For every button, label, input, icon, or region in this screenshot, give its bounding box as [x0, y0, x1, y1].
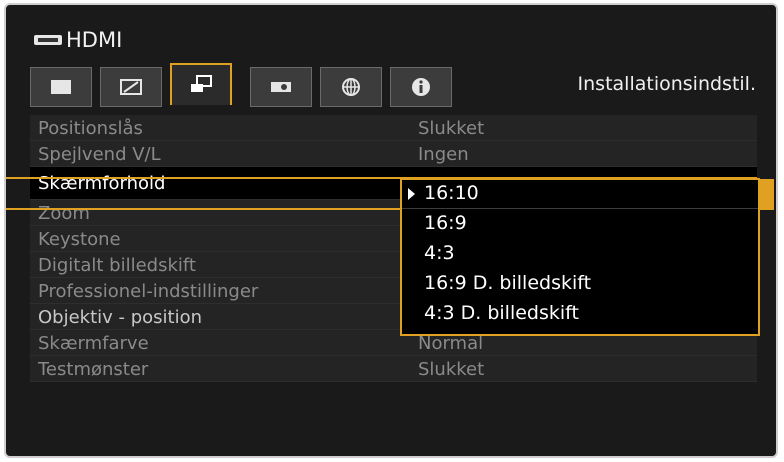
menu-row-label: Positionslås	[38, 118, 143, 139]
image-adjust-icon	[120, 79, 142, 95]
aspect-ratio-dropdown: 16:10 16:9 4:3 16:9 D. billedskift 4:3 D…	[400, 178, 760, 336]
menu-tabs: Installationsindstil.	[30, 63, 770, 107]
dropdown-option[interactable]: 16:9	[402, 210, 758, 238]
menu-row-position-lock[interactable]: Positionslås Slukket	[30, 115, 757, 141]
network-icon	[342, 78, 360, 96]
menu-row-label: Testmønster	[38, 359, 149, 380]
dropdown-option[interactable]: 4:3 D. billedskift	[402, 300, 758, 328]
dropdown-option[interactable]: 4:3	[402, 240, 758, 268]
tab-installation[interactable]	[170, 63, 232, 105]
dropdown-option-label: 16:9	[424, 212, 467, 234]
dropdown-option-selected[interactable]: 16:10	[402, 180, 758, 209]
selected-arrow-icon	[408, 188, 415, 200]
system-icon	[271, 82, 291, 92]
input-source-label: HDMI	[66, 28, 123, 52]
menu-row-label: Keystone	[38, 229, 121, 250]
projector-menu: HDMI Installationsindstil. Positionslås …	[4, 3, 778, 458]
menu-row-label: Digitalt billedskift	[38, 255, 196, 276]
menu-row-label: Professionel-indstillinger	[38, 281, 259, 302]
tab-info[interactable]	[390, 67, 452, 107]
menu-row-test-pattern[interactable]: Testmønster Slukket	[30, 356, 757, 382]
image-quality-icon	[51, 80, 71, 94]
dropdown-option-label: 16:9 D. billedskift	[424, 272, 592, 294]
dropdown-option-label: 4:3 D. billedskift	[424, 302, 579, 324]
menu-row-mirror[interactable]: Spejlvend V/L Ingen	[30, 141, 757, 167]
menu-row-value: Normal	[418, 333, 484, 354]
tab-network[interactable]	[320, 67, 382, 107]
info-icon	[412, 78, 430, 96]
tab-image-adjust[interactable]	[100, 67, 162, 107]
active-tab-title: Installationsindstil.	[577, 73, 756, 95]
menu-row-value: Ingen	[418, 144, 469, 165]
dropdown-option[interactable]: 16:9 D. billedskift	[402, 270, 758, 298]
dropdown-option-label: 16:10	[424, 182, 479, 204]
dropdown-option-label: 4:3	[424, 242, 455, 264]
hdmi-icon	[34, 35, 62, 45]
tab-system[interactable]	[250, 67, 312, 107]
menu-row-label: Objektiv - position	[38, 307, 203, 328]
menu-row-value: Slukket	[418, 359, 485, 380]
menu-row-label: Spejlvend V/L	[38, 144, 161, 165]
tab-image-quality[interactable]	[30, 67, 92, 107]
menu-row-value: Slukket	[418, 118, 485, 139]
installation-icon	[191, 75, 212, 92]
input-source: HDMI	[34, 25, 122, 55]
menu-row-label: Skærmfarve	[38, 333, 149, 354]
